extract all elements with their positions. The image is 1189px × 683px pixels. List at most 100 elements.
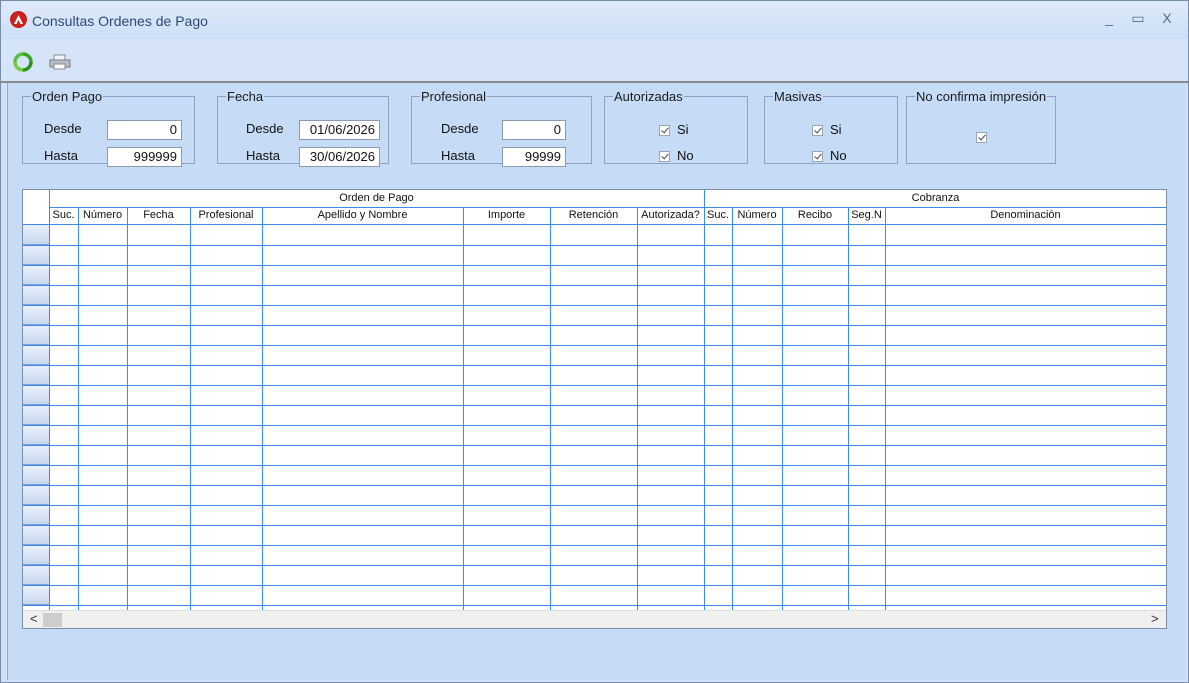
row-header[interactable] <box>23 526 49 545</box>
fecha-hasta-input[interactable]: 30/06/2026 <box>299 147 380 167</box>
row-header[interactable] <box>23 306 49 325</box>
masivas-si-checkbox[interactable] <box>812 125 823 136</box>
profesional-hasta-label: Hasta <box>441 148 475 163</box>
orden-pago-legend: Orden Pago <box>32 89 103 104</box>
row-line <box>23 505 1166 506</box>
col-header-cob-numero[interactable]: Número <box>732 209 782 221</box>
scroll-right-button[interactable]: > <box>1151 611 1159 626</box>
row-header[interactable] <box>23 286 49 305</box>
window-title: Consultas Ordenes de Pago <box>32 13 208 29</box>
row-header[interactable] <box>23 246 49 265</box>
profesional-desde-input[interactable]: 0 <box>502 120 566 140</box>
col-header-importe[interactable]: Importe <box>463 209 550 221</box>
row-line <box>23 305 1166 306</box>
col-header-autorizada[interactable]: Autorizada? <box>637 209 704 221</box>
col-header-seg[interactable]: Seg.N <box>848 209 885 221</box>
horizontal-scrollbar[interactable]: < > <box>23 610 1166 628</box>
col-line <box>190 207 191 610</box>
profesional-legend: Profesional <box>421 89 487 104</box>
profesional-group: Profesional Desde 0 Hasta 99999 <box>411 89 592 167</box>
autorizadas-no-checkbox[interactable] <box>659 151 670 162</box>
col-header-denominacion[interactable]: Denominación <box>885 209 1166 221</box>
fecha-desde-input[interactable]: 01/06/2026 <box>299 120 380 140</box>
row-line <box>23 425 1166 426</box>
row-header[interactable] <box>23 446 49 465</box>
row-line <box>23 265 1166 266</box>
row-header[interactable] <box>23 506 49 525</box>
printer-icon[interactable] <box>49 54 71 75</box>
group-header-orden: Orden de Pago <box>339 192 414 204</box>
main-window: Consultas Ordenes de Pago _ ▭ X Orden Pa… <box>0 0 1189 683</box>
profesional-hasta-input[interactable]: 99999 <box>502 147 566 167</box>
row-header[interactable] <box>23 586 49 605</box>
header-divider <box>49 207 1166 208</box>
row-line <box>23 325 1166 326</box>
col-header-fecha[interactable]: Fecha <box>127 209 190 221</box>
orden-desde-label: Desde <box>44 121 82 136</box>
row-header[interactable] <box>23 426 49 445</box>
fecha-desde-label: Desde <box>246 121 284 136</box>
row-header[interactable] <box>23 406 49 425</box>
row-header[interactable] <box>23 386 49 405</box>
toolbar <box>1 39 1188 83</box>
masivas-no-checkbox[interactable] <box>812 151 823 162</box>
row-line <box>23 385 1166 386</box>
no-confirma-checkbox[interactable] <box>976 132 987 143</box>
col-line <box>885 207 886 610</box>
col-line <box>732 207 733 610</box>
row-header[interactable] <box>23 566 49 585</box>
col-line <box>78 207 79 610</box>
row-line <box>23 465 1166 466</box>
group-divider-line <box>704 190 705 610</box>
scroll-thumb[interactable] <box>43 613 62 627</box>
no-confirma-legend: No confirma impresión <box>916 89 1047 104</box>
orden-pago-group: Orden Pago Desde 0 Hasta 999999 <box>22 89 195 167</box>
autorizadas-si-checkbox[interactable] <box>659 125 670 136</box>
refresh-icon[interactable] <box>13 52 33 77</box>
col-header-retencion[interactable]: Retención <box>550 209 637 221</box>
orden-hasta-label: Hasta <box>44 148 78 163</box>
profesional-desde-label: Desde <box>441 121 479 136</box>
orden-desde-input[interactable]: 0 <box>107 120 182 140</box>
close-button[interactable]: X <box>1158 10 1176 26</box>
row-line <box>23 445 1166 446</box>
fecha-legend: Fecha <box>227 89 264 104</box>
masivas-group: Masivas Si No <box>764 89 898 164</box>
col-header-numero[interactable]: Número <box>78 209 127 221</box>
row-header[interactable] <box>23 225 49 245</box>
masivas-si-label: Si <box>830 122 842 137</box>
row-line <box>23 285 1166 286</box>
client-area: Orden Pago Desde 0 Hasta 999999 Fecha De… <box>7 83 1185 680</box>
col-header-profesional[interactable]: Profesional <box>190 209 262 221</box>
title-bar: Consultas Ordenes de Pago _ ▭ X <box>1 1 1188 39</box>
col-header-suc[interactable]: Suc. <box>49 209 78 221</box>
col-line <box>127 207 128 610</box>
col-header-recibo[interactable]: Recibo <box>782 209 848 221</box>
fecha-group: Fecha Desde 01/06/2026 Hasta 30/06/2026 <box>217 89 389 167</box>
scroll-left-button[interactable]: < <box>30 611 38 626</box>
row-header[interactable] <box>23 546 49 565</box>
autorizadas-legend: Autorizadas <box>614 89 683 104</box>
row-header[interactable] <box>23 486 49 505</box>
row-header[interactable] <box>23 326 49 345</box>
row-line <box>23 525 1166 526</box>
maximize-button[interactable]: ▭ <box>1129 10 1147 27</box>
row-header[interactable] <box>23 266 49 285</box>
ordenes-grid[interactable]: Orden de Pago Cobranza Suc. Número Fecha… <box>22 189 1167 629</box>
row-header[interactable] <box>23 366 49 385</box>
col-line <box>463 207 464 610</box>
orden-hasta-input[interactable]: 999999 <box>107 147 182 167</box>
row-line <box>23 365 1166 366</box>
col-header-cob-suc[interactable]: Suc. <box>704 209 732 221</box>
row-header[interactable] <box>23 466 49 485</box>
autorizadas-no-label: No <box>677 148 694 163</box>
masivas-legend: Masivas <box>774 89 822 104</box>
col-header-apellido-nombre[interactable]: Apellido y Nombre <box>262 209 463 221</box>
row-line <box>23 565 1166 566</box>
masivas-no-label: No <box>830 148 847 163</box>
col-line <box>262 207 263 610</box>
autorizadas-group: Autorizadas Si No <box>604 89 748 164</box>
minimize-button[interactable]: _ <box>1100 10 1118 26</box>
col-line <box>848 207 849 610</box>
row-header[interactable] <box>23 346 49 365</box>
